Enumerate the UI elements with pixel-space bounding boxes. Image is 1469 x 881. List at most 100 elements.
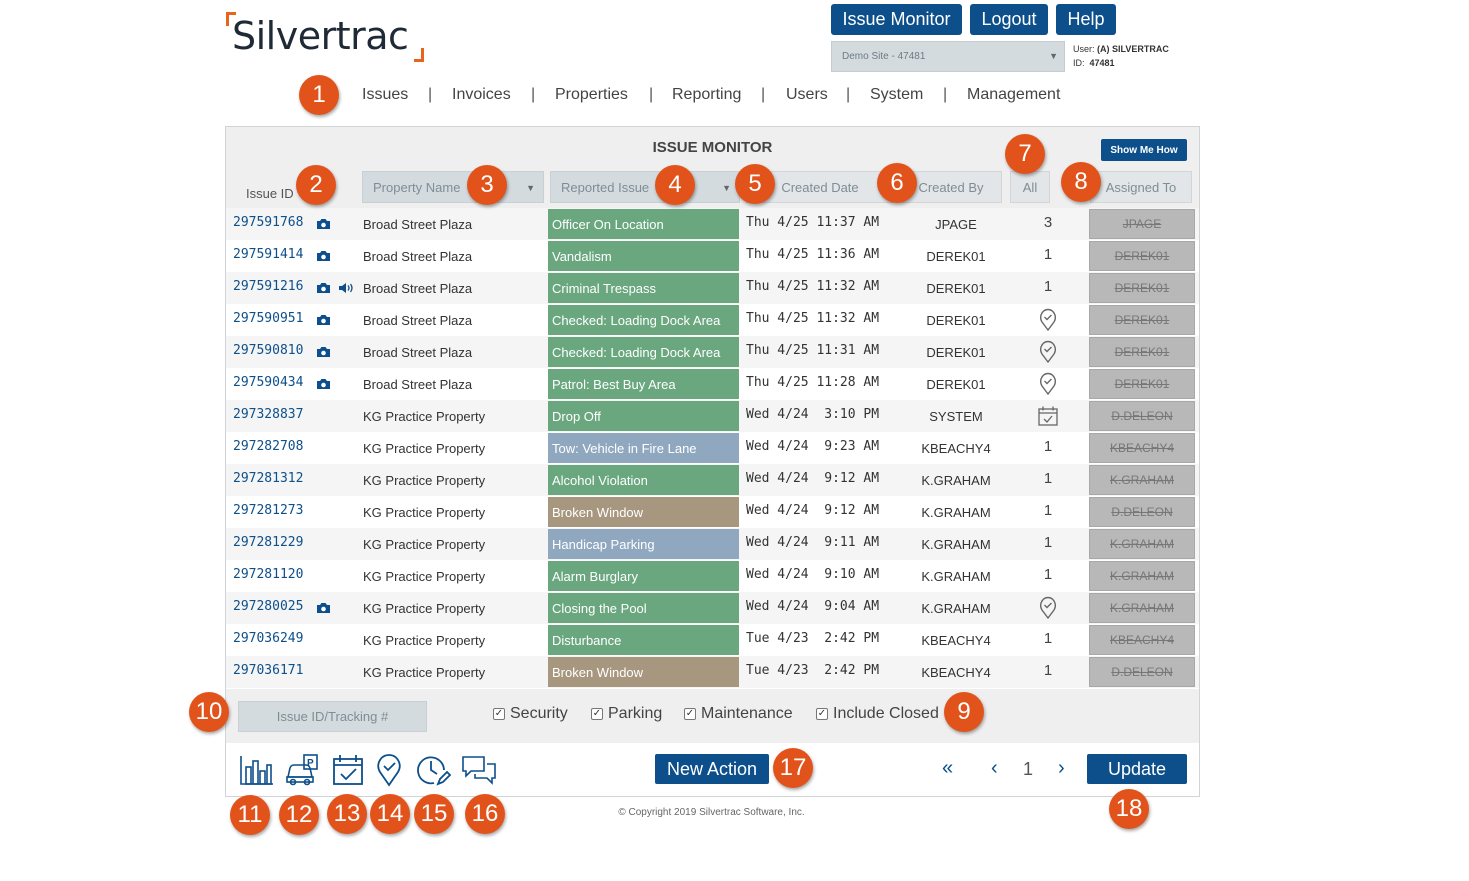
camera-icon[interactable] bbox=[316, 249, 331, 261]
reported-issue[interactable]: Alcohol Violation bbox=[548, 465, 739, 495]
table-row[interactable]: 297591768 Broad Street Plaza Officer On Lo… bbox=[226, 208, 1199, 240]
checkbox-checked-icon[interactable]: ✓ bbox=[684, 708, 696, 720]
update-button[interactable]: Update bbox=[1087, 754, 1187, 784]
bar-chart-icon[interactable] bbox=[238, 753, 276, 787]
parking-checkbox[interactable]: ✓ Parking bbox=[591, 705, 662, 723]
activity-count[interactable]: 1 bbox=[1028, 438, 1068, 455]
camera-icon[interactable] bbox=[316, 281, 331, 293]
reported-issue[interactable]: Closing the Pool bbox=[548, 593, 739, 623]
reported-issue[interactable]: Disturbance bbox=[548, 625, 739, 655]
include-closed-checkbox[interactable]: ✓ Include Closed bbox=[816, 705, 939, 723]
activity-count[interactable]: 3 bbox=[1028, 214, 1068, 231]
scheduled-calendar-icon[interactable] bbox=[1037, 405, 1059, 427]
nav-properties[interactable]: Properties bbox=[555, 86, 628, 104]
activity-count[interactable]: 1 bbox=[1028, 534, 1068, 551]
chat-bubbles-icon[interactable] bbox=[460, 753, 498, 787]
issue-id-link[interactable]: 297281312 bbox=[233, 471, 303, 486]
nav-invoices[interactable]: Invoices bbox=[452, 86, 511, 104]
nav-issues[interactable]: Issues bbox=[362, 86, 408, 104]
tracking-input[interactable]: Issue ID/Tracking # bbox=[238, 701, 427, 732]
issue-id-link[interactable]: 297591768 bbox=[233, 215, 303, 230]
table-row[interactable]: 297591414 Broad Street Plaza Vandalism Thu … bbox=[226, 240, 1199, 272]
issue-id-link[interactable]: 297590810 bbox=[233, 343, 303, 358]
checkbox-checked-icon[interactable]: ✓ bbox=[493, 708, 505, 720]
checkpoint-pin-icon[interactable] bbox=[1039, 340, 1057, 364]
assigned-to[interactable]: JPAGE bbox=[1089, 209, 1195, 239]
assigned-to[interactable]: DEREK01 bbox=[1089, 305, 1195, 335]
parking-car-icon[interactable]: P bbox=[284, 753, 322, 787]
first-page-button[interactable]: « bbox=[942, 757, 953, 780]
site-select[interactable]: Demo Site - 47481 ▼ bbox=[831, 41, 1065, 72]
assigned-to[interactable]: D.DELEON bbox=[1089, 401, 1195, 431]
assigned-to[interactable]: KBEACHY4 bbox=[1089, 433, 1195, 463]
table-row[interactable]: 297280025 KG Practice Property Closing the… bbox=[226, 592, 1199, 624]
camera-icon[interactable] bbox=[316, 377, 331, 389]
issue-id-link[interactable]: 297590951 bbox=[233, 311, 303, 326]
reported-issue[interactable]: Alarm Burglary bbox=[548, 561, 739, 591]
assigned-to[interactable]: DEREK01 bbox=[1089, 241, 1195, 271]
issue-id-link[interactable]: 297282708 bbox=[233, 439, 303, 454]
security-checkbox[interactable]: ✓ Security bbox=[493, 705, 568, 723]
silvertrac-logo[interactable]: Silvertrac bbox=[226, 12, 426, 62]
issue-id-link[interactable]: 297281120 bbox=[233, 567, 303, 582]
issue-id-link[interactable]: 297281229 bbox=[233, 535, 303, 550]
assigned-to[interactable]: DEREK01 bbox=[1089, 337, 1195, 367]
table-row[interactable]: 297282708 KG Practice Property Tow: Vehicl… bbox=[226, 432, 1199, 464]
maintenance-checkbox[interactable]: ✓ Maintenance bbox=[684, 705, 793, 723]
activity-count[interactable]: 1 bbox=[1028, 246, 1068, 263]
new-action-button[interactable]: New Action bbox=[655, 754, 769, 784]
assigned-to[interactable]: D.DELEON bbox=[1089, 657, 1195, 687]
reported-issue[interactable]: Checked: Loading Dock Area bbox=[548, 305, 739, 335]
prev-page-button[interactable]: ‹ bbox=[991, 757, 998, 780]
issue-id-link[interactable]: 297036249 bbox=[233, 631, 303, 646]
table-row[interactable]: 297590434 Broad Street Plaza Patrol: Best … bbox=[226, 368, 1199, 400]
issue-id-link[interactable]: 297281273 bbox=[233, 503, 303, 518]
nav-users[interactable]: Users bbox=[786, 86, 828, 104]
logout-button[interactable]: Logout bbox=[970, 4, 1048, 35]
table-row[interactable]: 297036171 KG Practice Property Broken Wind… bbox=[226, 656, 1199, 688]
assigned-to[interactable]: D.DELEON bbox=[1089, 497, 1195, 527]
issue-id-link[interactable]: 297036171 bbox=[233, 663, 303, 678]
count-filter-all[interactable]: All bbox=[1010, 171, 1050, 203]
assigned-to-header[interactable]: Assigned To bbox=[1090, 171, 1192, 203]
calendar-check-icon[interactable] bbox=[330, 753, 368, 787]
nav-system[interactable]: System bbox=[870, 86, 923, 104]
checkbox-checked-icon[interactable]: ✓ bbox=[816, 708, 828, 720]
checkbox-checked-icon[interactable]: ✓ bbox=[591, 708, 603, 720]
issue-id-header[interactable]: Issue ID bbox=[246, 186, 294, 201]
assigned-to[interactable]: K.GRAHAM bbox=[1089, 529, 1195, 559]
checkpoint-pin-icon[interactable] bbox=[1039, 308, 1057, 332]
activity-count[interactable]: 1 bbox=[1028, 470, 1068, 487]
activity-count[interactable]: 1 bbox=[1028, 566, 1068, 583]
location-pin-icon[interactable] bbox=[373, 753, 411, 787]
reported-issue[interactable]: Tow: Vehicle in Fire Lane bbox=[548, 433, 739, 463]
clock-edit-icon[interactable] bbox=[414, 753, 452, 787]
table-row[interactable]: 297281273 KG Practice Property Broken Wind… bbox=[226, 496, 1199, 528]
activity-count[interactable]: 1 bbox=[1028, 662, 1068, 679]
reported-issue[interactable]: Patrol: Best Buy Area bbox=[548, 369, 739, 399]
activity-count[interactable]: 1 bbox=[1028, 630, 1068, 647]
table-row[interactable]: 297281312 KG Practice Property Alcohol Vio… bbox=[226, 464, 1199, 496]
assigned-to[interactable]: K.GRAHAM bbox=[1089, 561, 1195, 591]
issue-id-link[interactable]: 297590434 bbox=[233, 375, 303, 390]
camera-icon[interactable] bbox=[316, 313, 331, 325]
table-row[interactable]: 297281120 KG Practice Property Alarm Burgl… bbox=[226, 560, 1199, 592]
reported-issue[interactable]: Vandalism bbox=[548, 241, 739, 271]
reported-issue[interactable]: Officer On Location bbox=[548, 209, 739, 239]
help-button[interactable]: Help bbox=[1056, 4, 1116, 35]
assigned-to[interactable]: KBEACHY4 bbox=[1089, 625, 1195, 655]
table-row[interactable]: 297591216 Broad Street Plaza Criminal Tres… bbox=[226, 272, 1199, 304]
issue-id-link[interactable]: 297328837 bbox=[233, 407, 303, 422]
camera-icon[interactable] bbox=[316, 217, 331, 229]
nav-reporting[interactable]: Reporting bbox=[672, 86, 741, 104]
next-page-button[interactable]: › bbox=[1058, 757, 1065, 780]
show-me-how-button[interactable]: Show Me How bbox=[1101, 139, 1187, 161]
checkpoint-pin-icon[interactable] bbox=[1039, 596, 1057, 620]
assigned-to[interactable]: K.GRAHAM bbox=[1089, 593, 1195, 623]
activity-count[interactable]: 1 bbox=[1028, 502, 1068, 519]
reported-issue[interactable]: Drop Off bbox=[548, 401, 739, 431]
camera-icon[interactable] bbox=[316, 601, 331, 613]
reported-issue[interactable]: Checked: Loading Dock Area bbox=[548, 337, 739, 367]
activity-count[interactable]: 1 bbox=[1028, 278, 1068, 295]
reported-issue[interactable]: Criminal Trespass bbox=[548, 273, 739, 303]
